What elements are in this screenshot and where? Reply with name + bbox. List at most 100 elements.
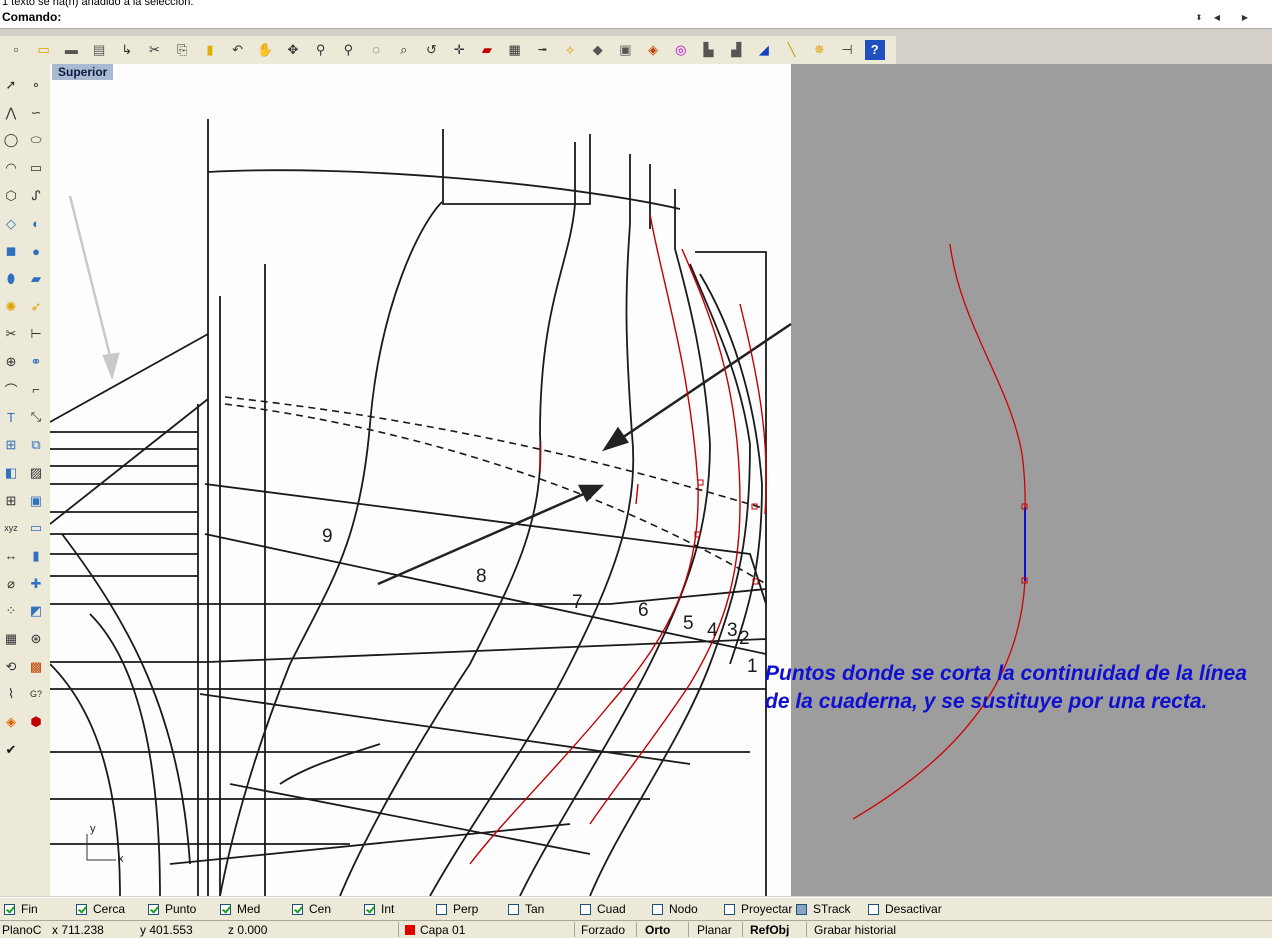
dimension-linear-icon[interactable]: ↔ [0, 545, 22, 567]
point-icon[interactable]: ∘ [25, 74, 47, 96]
cut-icon[interactable]: ✂ [145, 40, 165, 60]
command-input[interactable] [64, 10, 1184, 24]
layer-icon[interactable]: ◆ [588, 40, 608, 60]
osnap-cen[interactable]: Cen [292, 901, 331, 917]
rainbow-icon[interactable]: ◈ [0, 711, 22, 733]
zoom-selected-icon[interactable]: ⌕ [394, 40, 414, 60]
osnap-checkbox[interactable] [4, 903, 15, 915]
layout-icon[interactable]: ▦ [0, 628, 22, 650]
osnap-checkbox[interactable] [76, 903, 87, 915]
arc-icon[interactable]: ◠ [0, 157, 22, 179]
analyze-icon[interactable]: ⌇ [0, 683, 22, 705]
render-preview-icon[interactable]: ▩ [25, 656, 47, 678]
move-icon[interactable]: ✛ [449, 40, 469, 60]
boolean-icon[interactable]: ⚭ [25, 351, 47, 373]
named-view-icon[interactable]: ▮ [25, 545, 47, 567]
osnap-med[interactable]: Med [220, 901, 260, 917]
car-icon[interactable]: ▰ [477, 40, 497, 60]
array-icon[interactable]: ⊞ [0, 434, 22, 456]
ellipse-icon[interactable]: ⬭ [25, 129, 47, 151]
zoom-window-icon[interactable]: ⚲ [338, 40, 358, 60]
light-icon[interactable]: ╲ [782, 40, 802, 60]
polygon-icon[interactable]: ⬡ [0, 185, 22, 207]
import-icon[interactable]: ↳ [117, 40, 137, 60]
free-curve-icon[interactable]: ᔑ [25, 185, 47, 207]
spin-updown-icon[interactable]: ⬍ [1192, 11, 1206, 25]
fillet-icon[interactable]: ⌒ [0, 379, 22, 401]
layer-name[interactable]: Capa 01 [420, 923, 465, 937]
hatch-icon[interactable]: ▨ [25, 462, 47, 484]
select-icon[interactable]: ⟡ [560, 40, 580, 60]
point-cloud-icon[interactable]: ⁘ [0, 600, 22, 622]
zoom-extents-icon[interactable]: ◌ [366, 40, 386, 60]
osnap-checkbox[interactable] [364, 903, 375, 915]
sphere-render-icon[interactable]: ◢ [754, 40, 774, 60]
print-setup-icon[interactable]: ▣ [615, 40, 635, 60]
cplane-label[interactable]: PlanoC [2, 923, 41, 937]
cplane-icon[interactable]: ▭ [25, 517, 47, 539]
circle-icon[interactable]: ◯ [0, 129, 22, 151]
osnap-proyectar[interactable]: Proyectar [724, 901, 792, 917]
join-icon[interactable]: ⊕ [0, 351, 22, 373]
xyz-icon[interactable]: xyz [0, 517, 22, 539]
planar-toggle[interactable]: Planar [697, 923, 732, 937]
cube-icon[interactable]: ⬢ [25, 711, 47, 733]
osnap-checkbox[interactable] [292, 903, 303, 915]
explode-icon[interactable]: ✺ [0, 296, 22, 318]
osnap-checkbox[interactable] [436, 903, 447, 915]
dimension-radius-icon[interactable]: ⌀ [0, 573, 22, 595]
gumball-icon[interactable]: ⊛ [25, 628, 47, 650]
extend-icon[interactable]: ➶ [25, 296, 47, 318]
sphere-icon[interactable]: ● [25, 240, 47, 262]
solid-icon[interactable]: ◧ [0, 462, 22, 484]
surface-icon[interactable]: ◇ [0, 213, 22, 235]
osnap-checkbox[interactable] [724, 903, 735, 915]
point-snap-icon[interactable]: ╼ [532, 40, 552, 60]
grid-icon[interactable]: ▦ [505, 40, 525, 60]
osnap-desactivar[interactable]: Desactivar [868, 901, 942, 917]
curvature-icon[interactable]: G? [25, 683, 47, 705]
rectangle-icon[interactable]: ▭ [25, 157, 47, 179]
forzado-toggle[interactable]: Forzado [581, 923, 625, 937]
loft-icon[interactable]: ◐ [25, 213, 47, 235]
copy-icon[interactable]: ⎘ [172, 40, 192, 60]
box-icon[interactable]: ◼ [0, 240, 22, 262]
new-document-icon[interactable]: ▫ [6, 40, 26, 60]
osnap-strack[interactable]: STrack [796, 901, 851, 917]
osnap-cerca[interactable]: Cerca [76, 901, 125, 917]
trim-icon[interactable]: ✂ [0, 323, 22, 345]
osnap-checkbox[interactable] [868, 903, 879, 915]
polyline-icon[interactable]: ⋀ [0, 102, 22, 124]
scroll-right-icon[interactable]: ▶ [1238, 11, 1252, 25]
paste-icon[interactable]: ▮ [200, 40, 220, 60]
rotate-view-icon[interactable]: ✥ [283, 40, 303, 60]
curve-icon[interactable]: ∽ [25, 102, 47, 124]
osnap-checkbox[interactable] [148, 903, 159, 915]
osnap-fin[interactable]: Fin [4, 901, 38, 917]
plane-surface-icon[interactable]: ▰ [25, 268, 47, 290]
undo-icon[interactable]: ↶ [228, 40, 248, 60]
osnap-checkbox[interactable] [508, 903, 519, 915]
history-toggle[interactable]: Grabar historial [814, 923, 896, 937]
scroll-left-icon[interactable]: ◀ [1210, 11, 1224, 25]
cylinder-icon[interactable]: ⬮ [0, 268, 22, 290]
osnap-checkbox[interactable] [652, 903, 663, 915]
history-icon[interactable]: ⟲ [0, 656, 22, 678]
print-icon[interactable]: ▤ [89, 40, 109, 60]
shade-icon[interactable]: ◩ [25, 600, 47, 622]
osnap-nodo[interactable]: Nodo [652, 901, 698, 917]
check-icon[interactable]: ✔ [0, 739, 22, 761]
zoom-icon[interactable]: ⚲ [311, 40, 331, 60]
undo-view-icon[interactable]: ↺ [422, 40, 442, 60]
material-icon[interactable]: ▟ [726, 40, 746, 60]
chamfer-icon[interactable]: ⌐ [25, 379, 47, 401]
open-folder-icon[interactable]: ▭ [34, 40, 54, 60]
osnap-perp[interactable]: Perp [436, 901, 478, 917]
split-icon[interactable]: ⊢ [25, 323, 47, 345]
select-arrow-icon[interactable]: ➚ [0, 74, 22, 96]
osnap-int[interactable]: Int [364, 901, 394, 917]
dimension-icon[interactable]: ⊣ [837, 40, 857, 60]
osnap-tan[interactable]: Tan [508, 901, 544, 917]
object-properties-icon[interactable]: ◈ [643, 40, 663, 60]
text-icon[interactable]: T [0, 406, 22, 428]
